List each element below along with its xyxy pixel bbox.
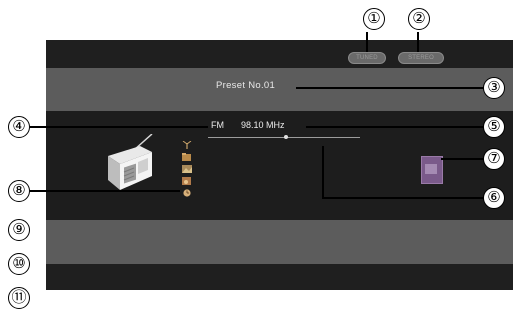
- callout-number-5: ⑤: [483, 116, 505, 138]
- callout-line-3: [296, 87, 484, 89]
- photo-icon[interactable]: [181, 165, 193, 173]
- callout-number-6: ⑥: [483, 187, 505, 209]
- frequency-label: 98.10 MHz: [241, 120, 285, 130]
- callout-line-5: [306, 126, 484, 128]
- callout-line-8: [30, 190, 180, 192]
- callout-number-3: ③: [483, 77, 505, 99]
- band-label: FM: [211, 120, 224, 130]
- bottom-bar: [46, 264, 513, 290]
- callout-number-7: ⑦: [483, 148, 505, 170]
- callout-number-8: ⑧: [8, 180, 30, 202]
- clock-icon[interactable]: [181, 189, 193, 197]
- music-icon[interactable]: [181, 177, 193, 185]
- callout-line-6b: [322, 197, 484, 199]
- callout-line-6a: [322, 146, 324, 198]
- radio-icon: [108, 134, 153, 190]
- stereo-indicator: STEREO: [398, 52, 444, 64]
- callout-number-10: ⑩: [8, 253, 30, 275]
- callout-line-1: [366, 32, 368, 52]
- antenna-icon[interactable]: [181, 141, 193, 149]
- slideshow-indicator: [421, 156, 443, 184]
- preset-label: Preset No.01: [216, 80, 276, 91]
- slideshow-indicator-inner: [425, 164, 437, 174]
- callout-line-2: [417, 32, 419, 52]
- callout-line-7: [441, 158, 484, 160]
- tuning-marker[interactable]: [283, 135, 288, 139]
- callout-number-1: ①: [363, 8, 385, 30]
- callout-number-9: ⑨: [8, 219, 30, 241]
- tuned-indicator: TUNED: [348, 52, 386, 64]
- callout-number-2: ②: [408, 8, 430, 30]
- callout-number-4: ④: [8, 116, 30, 138]
- callout-line-4: [30, 126, 208, 128]
- folder-icon[interactable]: [181, 153, 193, 161]
- callout-number-11: ⑪: [8, 287, 30, 309]
